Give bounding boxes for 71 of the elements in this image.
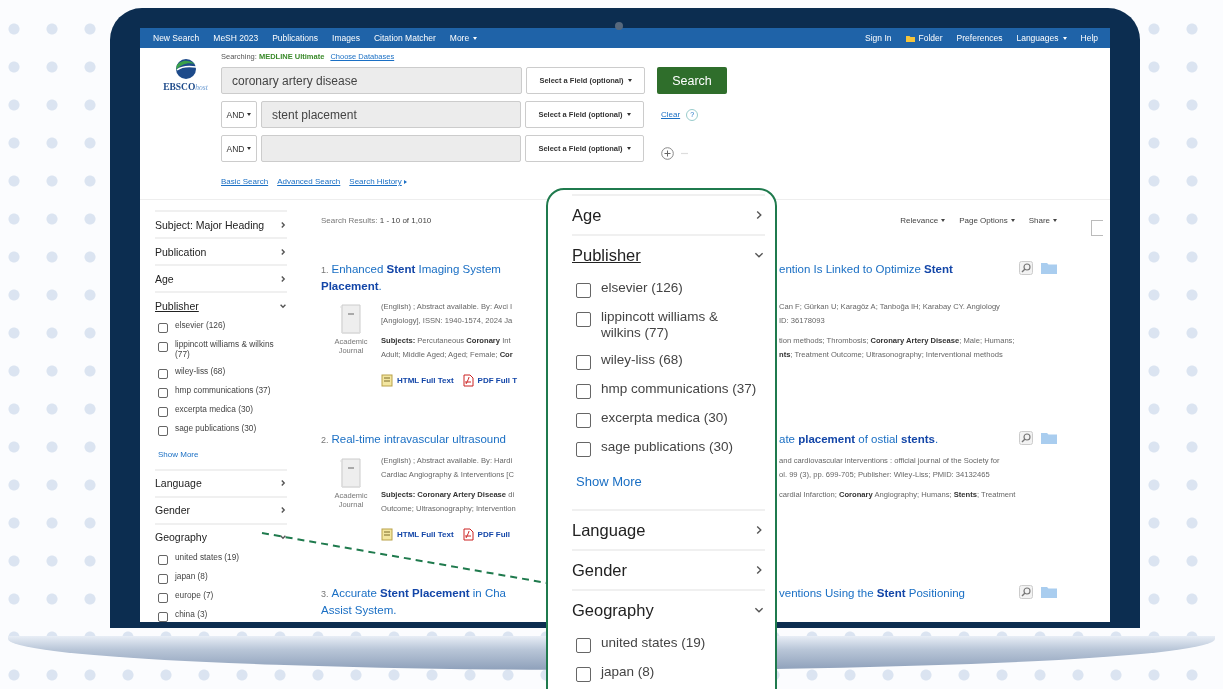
search-link[interactable]: Advanced Search xyxy=(277,177,341,186)
filter-option-label: sage publications (30) xyxy=(175,423,257,434)
show-more-link[interactable]: Show More xyxy=(158,449,199,459)
nav-link[interactable]: Folder xyxy=(905,33,943,43)
result-title-link[interactable]: ventions Using the Stent Positioning xyxy=(779,587,966,599)
nav-link[interactable]: Preferences xyxy=(956,33,1003,43)
facet-heading[interactable]: Gender xyxy=(155,504,191,517)
nav-link[interactable]: Languages xyxy=(1016,33,1067,43)
nav-link[interactable]: New Search xyxy=(153,33,200,43)
clear-link[interactable]: Clear xyxy=(661,110,681,119)
facet-heading[interactable]: Geography xyxy=(155,531,207,544)
full-text-link[interactable]: PDF Full xyxy=(477,530,511,539)
filter-option-label: lippincott williams & wilkins (77) xyxy=(601,309,720,342)
filter-option-label: elsevier (126) xyxy=(601,280,683,297)
search-link[interactable]: Search History xyxy=(349,177,407,186)
nav-link[interactable]: Sign In xyxy=(865,33,892,43)
nav-link[interactable]: Images xyxy=(332,33,360,43)
filter-option-label: hmp communications (37) xyxy=(175,385,271,396)
toolbar-dropdown[interactable]: Relevance xyxy=(900,215,946,225)
filter-option-label: wiley-liss (68) xyxy=(601,352,683,369)
result-title-link[interactable]: Placement. xyxy=(321,280,382,292)
filter-option-label: china (3) xyxy=(175,609,208,620)
facet-heading[interactable]: Geography xyxy=(572,600,654,620)
filter-option-label: lippincott williams & wilkins (77) xyxy=(175,340,275,360)
full-text-link[interactable]: HTML Full Text xyxy=(397,376,454,385)
filter-option-label: wiley-liss (68) xyxy=(175,366,226,377)
facet-heading[interactable]: Subject: Major Heading xyxy=(155,218,265,231)
facet-heading[interactable]: Publication xyxy=(155,245,207,258)
result-title-link[interactable]: Real-time intravascular ultrasound xyxy=(331,433,506,445)
nav-link[interactable]: MeSH 2023 xyxy=(213,33,259,43)
filter-option-label: excerpta medica (30) xyxy=(601,410,728,427)
facet-heading[interactable]: Publisher xyxy=(155,299,199,312)
search-field[interactable]: stent placement xyxy=(261,101,521,128)
result-number: 1. xyxy=(321,265,329,275)
filter-option-label: sage publications (30) xyxy=(601,439,734,456)
filter-option-label: japan (8) xyxy=(601,664,655,681)
nav-link[interactable]: Citation Matcher xyxy=(373,33,436,43)
facet-heading[interactable]: Publisher xyxy=(572,245,641,265)
filter-option-label: hmp communications (37) xyxy=(601,381,757,398)
operator-dropdown[interactable]: AND xyxy=(221,135,257,162)
full-text-link[interactable]: PDF Full T xyxy=(477,376,518,385)
search-button[interactable]: Search xyxy=(657,67,727,94)
result-title-link[interactable]: ention Is Linked to Optimize Stent xyxy=(779,263,953,275)
full-text-link[interactable]: HTML Full Text xyxy=(397,530,454,539)
result-number: 2. xyxy=(321,435,329,445)
facet-heading[interactable]: Gender xyxy=(572,560,628,580)
filter-option-label: japan (8) xyxy=(175,571,208,582)
filter-option-label: excerpta medica (30) xyxy=(175,404,253,415)
show-more-link[interactable]: Show More xyxy=(576,474,642,490)
toolbar-dropdown[interactable]: Share xyxy=(1028,215,1057,225)
filter-option-label: united states (19) xyxy=(601,635,706,652)
toolbar-dropdown[interactable]: Page Options xyxy=(959,215,1015,225)
facet-heading[interactable]: Age xyxy=(155,272,174,285)
facet-heading[interactable]: Language xyxy=(572,520,646,540)
result-title-link[interactable]: Assist System. xyxy=(321,604,397,616)
result-title-link[interactable]: ate placement of ostial stents. xyxy=(779,433,939,445)
result-title-link[interactable]: Enhanced Stent Imaging System xyxy=(331,263,501,275)
filter-option-label: europe (7) xyxy=(175,590,214,601)
search-field[interactable]: coronary artery disease xyxy=(221,67,522,94)
results-count: Search Results: 1 - 10 of 1,010 xyxy=(321,215,432,225)
result-title-link[interactable]: Accurate Stent Placement in Cha xyxy=(331,587,506,599)
facet-heading[interactable]: Age xyxy=(572,205,602,225)
search-link[interactable]: Basic Search xyxy=(221,177,269,186)
nav-link[interactable]: More xyxy=(449,33,478,43)
filter-option-label: elsevier (126) xyxy=(175,321,226,331)
facet-heading[interactable]: Language xyxy=(155,477,202,490)
result-number: 3. xyxy=(321,589,329,599)
operator-dropdown[interactable]: AND xyxy=(221,101,257,128)
nav-link[interactable]: Publications xyxy=(272,33,319,43)
nav-link[interactable]: Help xyxy=(1080,33,1098,43)
filter-option-label: united states (19) xyxy=(175,552,240,563)
